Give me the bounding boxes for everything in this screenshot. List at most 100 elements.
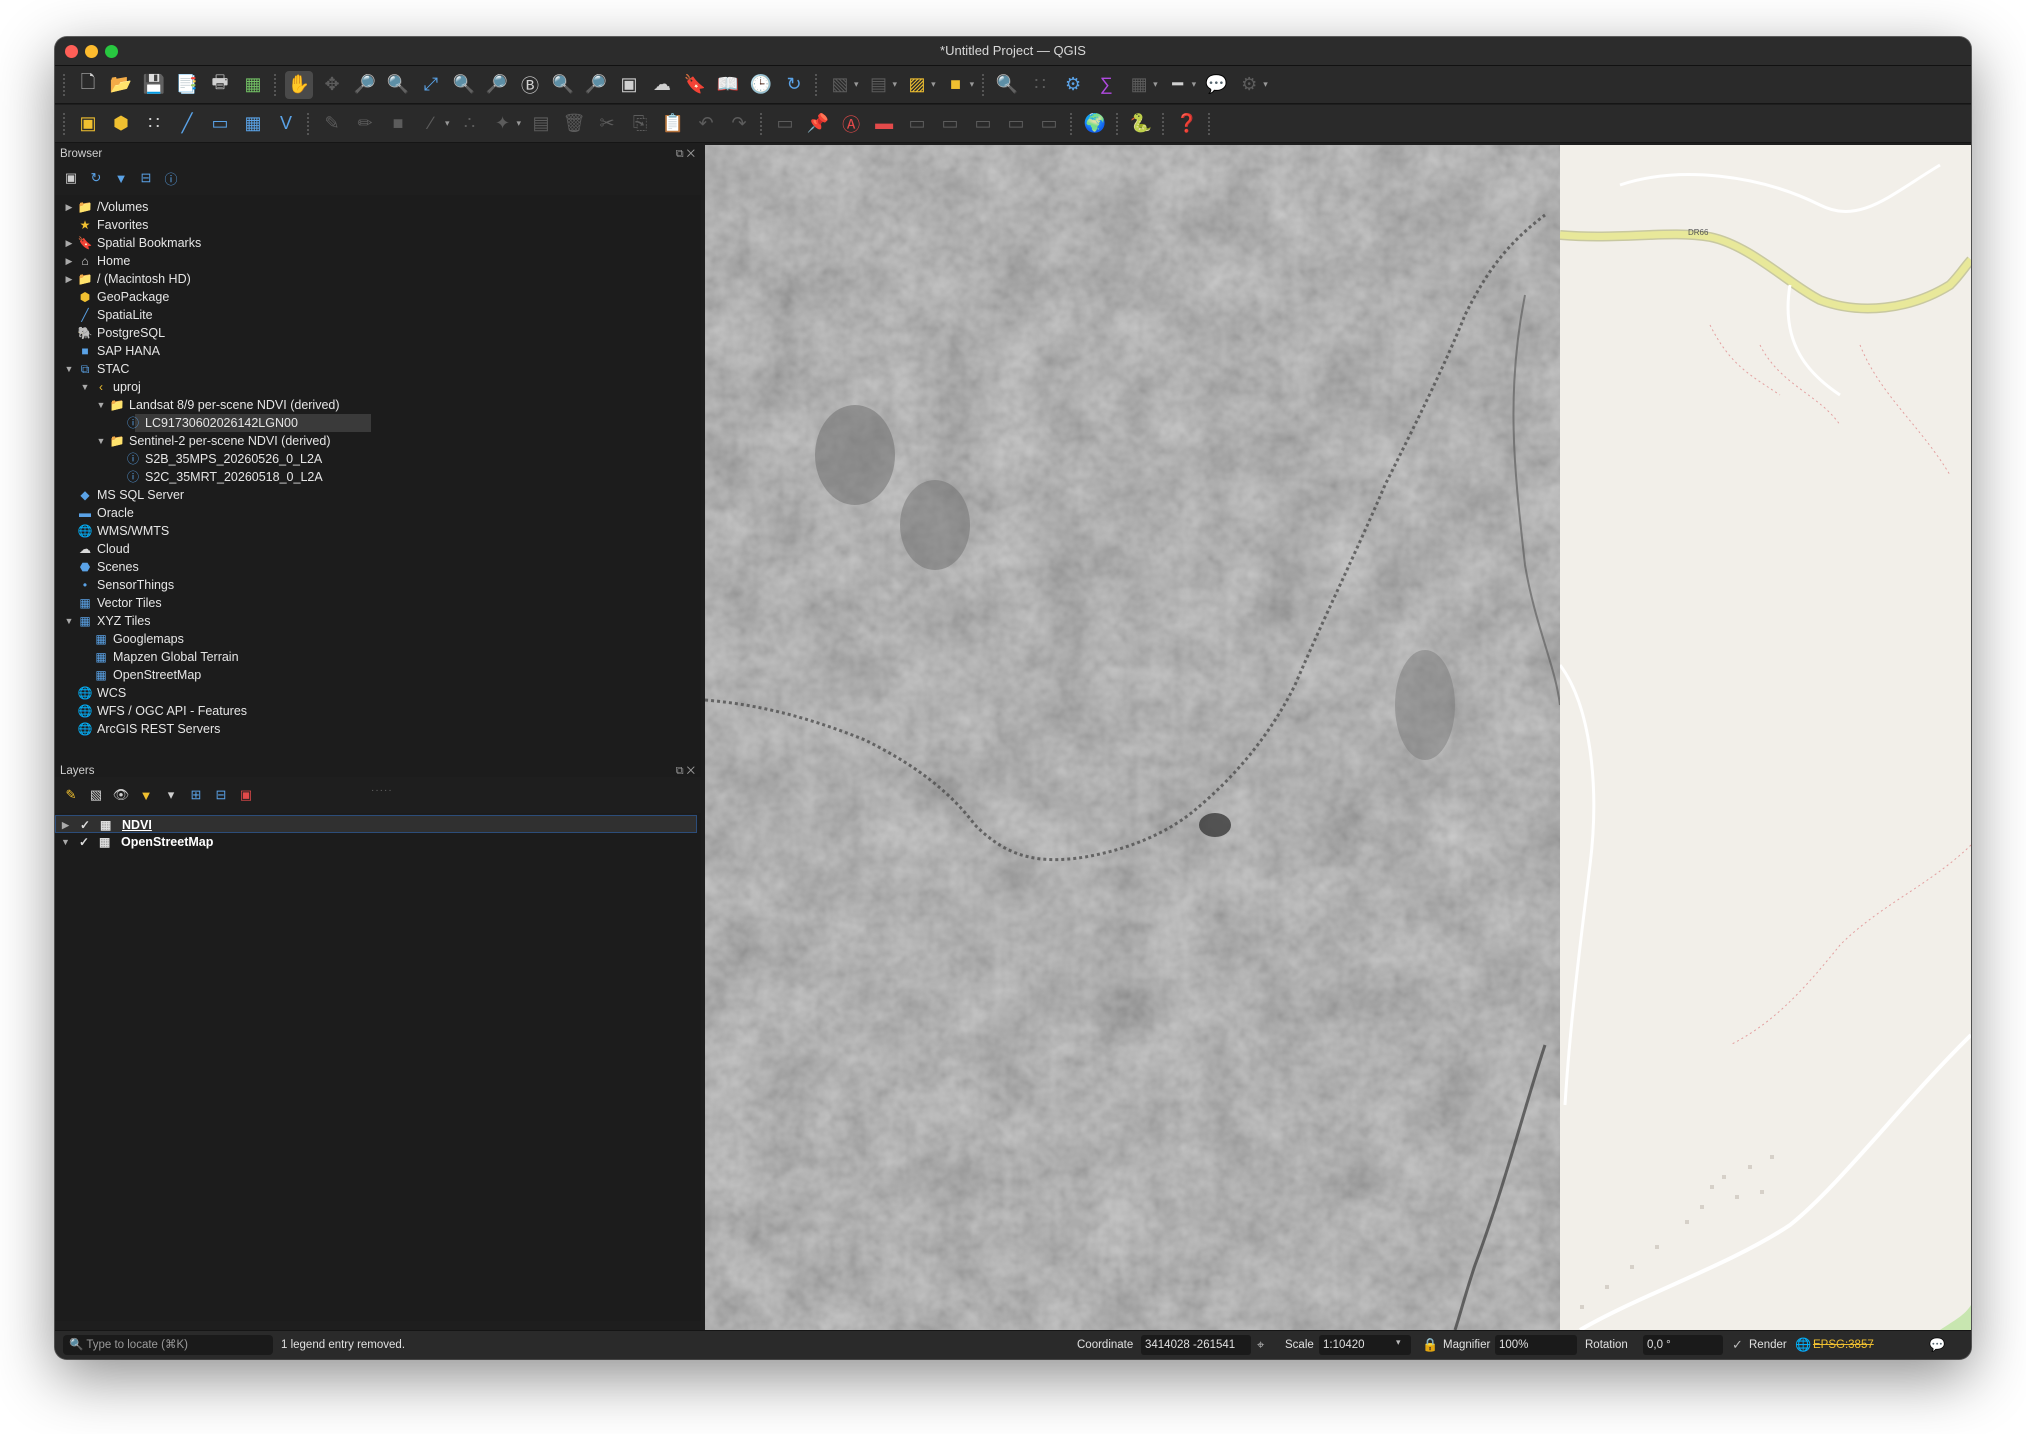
new-project-icon[interactable]: 🗋 (74, 71, 102, 99)
select-features-icon[interactable]: ▤ (865, 71, 893, 99)
new-3d-view-icon[interactable]: ☁ (648, 71, 676, 99)
remove-layer-icon[interactable]: ▣ (236, 785, 256, 805)
new-bookmark-icon[interactable]: 🔖 (681, 71, 709, 99)
browser-item[interactable]: ▶ ⌂ Home (55, 252, 701, 270)
expand-arrow-icon[interactable]: ▶ (63, 234, 75, 252)
browser-item[interactable]: ▶ 🔖 Spatial Bookmarks (55, 234, 701, 252)
toolbar-grip[interactable] (760, 112, 765, 135)
collapse-arrow-icon[interactable]: ▼ (95, 432, 107, 450)
pan-to-selection-icon[interactable]: ✥ (318, 71, 346, 99)
new-virtual-layer-icon[interactable]: ▭ (206, 110, 234, 138)
help-icon[interactable]: ❓ (1173, 110, 1201, 138)
browser-item[interactable]: ▦ Vector Tiles (55, 594, 701, 612)
map-tips-icon[interactable]: 💬 (1202, 71, 1230, 99)
expand-arrow-icon[interactable]: ▶ (63, 198, 75, 216)
browser-item[interactable]: ☁ Cloud (55, 540, 701, 558)
field-calculator-icon[interactable]: ⚙ (1059, 71, 1087, 99)
zoom-native-icon[interactable]: Ⓑ (516, 71, 544, 99)
expand-all-icon[interactable]: ⊞ (186, 785, 206, 805)
current-edits-icon[interactable]: ✎ (318, 110, 346, 138)
render-checkbox[interactable]: ✓ (1732, 1337, 1743, 1353)
toolbar-grip[interactable] (274, 73, 279, 96)
rotate-label-icon[interactable]: ▭ (936, 110, 964, 138)
toolbar-grip[interactable] (982, 73, 987, 96)
magnifier-field[interactable]: 100% (1495, 1335, 1577, 1355)
toolbar-grip[interactable] (1208, 112, 1213, 135)
browser-item[interactable]: ⬣ Scenes (55, 558, 701, 576)
crs-globe-icon[interactable]: 🌐 (1795, 1337, 1811, 1353)
zoom-out-icon[interactable]: 🔍 (384, 71, 412, 99)
add-group-icon[interactable]: ▧ (86, 785, 106, 805)
messages-icon[interactable]: 💬 (1929, 1337, 1945, 1353)
browser-item[interactable]: ⓘ LC91730602026142LGN00 (55, 414, 701, 432)
browser-item[interactable]: ▦ Googlemaps (55, 630, 701, 648)
add-layers-icon[interactable]: ▣ (61, 168, 81, 188)
panel-float-close-icon[interactable]: ⧉ ✕ (676, 144, 695, 164)
vertex-tool-icon[interactable]: ∴ (456, 110, 484, 138)
digitize-icon[interactable]: ∕ (417, 110, 445, 138)
map-canvas[interactable]: DR66 (705, 145, 1971, 1330)
cut-features-icon[interactable]: ✂ (593, 110, 621, 138)
browser-item[interactable]: ▶ 📁 / (Macintosh HD) (55, 270, 701, 288)
properties-info-icon[interactable]: ⓘ (161, 168, 181, 188)
toolbar-grip[interactable] (307, 112, 312, 135)
add-raster-icon[interactable]: ▦ (239, 110, 267, 138)
collapse-arrow-icon[interactable]: ▼ (63, 360, 75, 378)
browser-item[interactable]: ⓘ S2B_35MPS_20260526_0_L2A (55, 450, 701, 468)
browser-item[interactable]: ▼ ‹ uproj (55, 378, 701, 396)
zoom-layer-icon[interactable]: 🔎 (483, 71, 511, 99)
attributes-form-icon[interactable]: ▤ (527, 110, 555, 138)
zoom-last-icon[interactable]: 🔍 (549, 71, 577, 99)
browser-item[interactable]: 🌐 ArcGIS REST Servers (55, 720, 701, 738)
browser-item[interactable]: 🌐 WFS / OGC API - Features (55, 702, 701, 720)
browser-item[interactable]: ◆ MS SQL Server (55, 486, 701, 504)
coordinate-toggle-icon[interactable]: ⌖ (1257, 1337, 1264, 1353)
show-bookmarks-icon[interactable]: 📖 (714, 71, 742, 99)
locator-search-input[interactable]: 🔍 Type to locate (⌘K) (63, 1335, 273, 1355)
save-as-icon[interactable]: 📑 (173, 71, 201, 99)
collapse-arrow-icon[interactable]: ▼ (61, 833, 70, 851)
zoom-selection-icon[interactable]: 🔍 (450, 71, 478, 99)
toggle-editing-icon[interactable]: ✏ (351, 110, 379, 138)
browser-item[interactable]: ⬢ GeoPackage (55, 288, 701, 306)
browser-item[interactable]: ▦ OpenStreetMap (55, 666, 701, 684)
filter-legend-icon[interactable]: ▼ (136, 785, 156, 805)
layer-visibility-checkbox[interactable]: ✓ (79, 833, 89, 851)
pan-icon[interactable]: ✋ (285, 70, 313, 99)
toolbar-grip[interactable] (63, 73, 68, 96)
browser-item[interactable]: ★ Favorites (55, 216, 701, 234)
collapse-arrow-icon[interactable]: ▼ (63, 612, 75, 630)
toolbar-grip[interactable] (63, 112, 68, 135)
print-layout-icon[interactable]: 🖶 (206, 71, 234, 99)
browser-item[interactable]: ▼ 📁 Sentinel-2 per-scene NDVI (derived) (55, 432, 701, 450)
identify-icon[interactable]: 🔍 (993, 71, 1021, 99)
rotation-field[interactable]: 0,0 ° (1643, 1335, 1723, 1355)
coordinate-field[interactable]: 3414028 -261541 (1141, 1335, 1251, 1355)
expand-arrow-icon[interactable]: ▶ (62, 816, 69, 834)
change-label-icon[interactable]: ▭ (969, 110, 997, 138)
new-map-view-icon[interactable]: ▣ (615, 71, 643, 99)
modify-attributes-icon[interactable]: ✦ (489, 110, 517, 138)
pin-labels-icon[interactable]: 📌 (804, 110, 832, 138)
table-icon[interactable]: ▦ (1125, 71, 1153, 99)
deselect-icon[interactable]: ▨ (903, 71, 931, 99)
new-shapefile-icon[interactable]: ∷ (140, 110, 168, 138)
toolbar-grip[interactable] (1116, 112, 1121, 135)
filter-expression-icon[interactable]: ▾ (161, 785, 181, 805)
toolbar-grip[interactable] (1070, 112, 1075, 135)
paste-features-icon[interactable]: 📋 (659, 110, 687, 138)
layer-styling-icon[interactable]: ✎ (61, 785, 81, 805)
open-project-icon[interactable]: 📂 (107, 71, 135, 99)
label-icon[interactable]: ▭ (771, 110, 799, 138)
browser-item[interactable]: 🐘 PostgreSQL (55, 324, 701, 342)
zoom-full-icon[interactable]: ⤢ (417, 71, 445, 99)
move-label-icon[interactable]: ▭ (903, 110, 931, 138)
browser-item[interactable]: ▬ Oracle (55, 504, 701, 522)
highlight-labels-icon[interactable]: Ⓐ (837, 110, 865, 138)
toolbar-grip[interactable] (1162, 112, 1167, 135)
browser-item[interactable]: ■ SAP HANA (55, 342, 701, 360)
save-project-icon[interactable]: 💾 (140, 71, 168, 99)
crs-button[interactable]: EPSG:3857 (1813, 1339, 1874, 1351)
new-spatialite-icon[interactable]: ╱ (173, 110, 201, 138)
settings-gear-icon[interactable]: ⚙ (1235, 71, 1263, 99)
